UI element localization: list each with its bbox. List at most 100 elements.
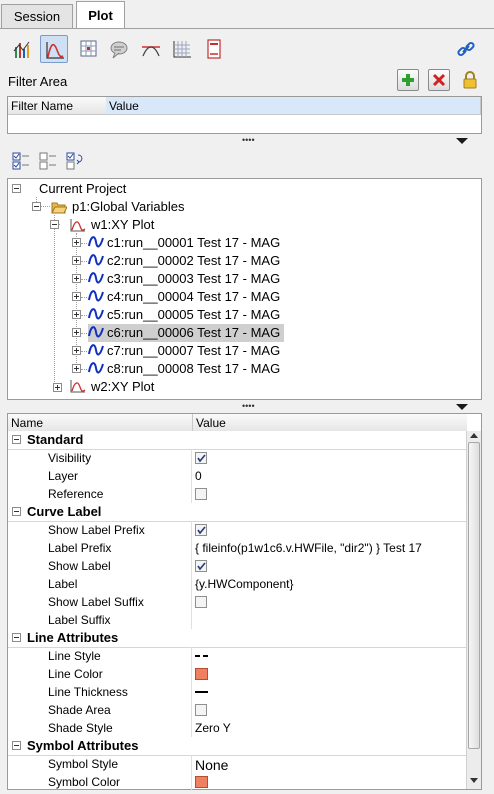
remove-filter-button[interactable] — [428, 69, 450, 91]
section-standard[interactable]: Standard — [8, 431, 466, 450]
curve-icon — [88, 290, 104, 302]
property-checkbox[interactable] — [195, 452, 207, 464]
property-row-visibility[interactable]: Visibility — [8, 449, 466, 467]
tree-curve-item[interactable]: c5:run__00005 Test 17 - MAG — [88, 306, 284, 324]
collapse-section-icon[interactable] — [12, 507, 21, 516]
section-symbol-attributes[interactable]: Symbol Attributes — [8, 737, 466, 756]
property-row-line-style[interactable]: Line Style — [8, 647, 466, 665]
property-row-label-prefix[interactable]: Label Prefix { fileinfo(p1w1c6.v.HWFile, … — [8, 539, 466, 557]
curve-icon — [88, 236, 104, 248]
tree-curve-label: c8:run__00008 Test 17 - MAG — [107, 361, 281, 376]
property-value[interactable]: 0 — [195, 467, 202, 485]
property-row-show-label-prefix[interactable]: Show Label Prefix — [8, 521, 466, 539]
property-row-show-label-suffix[interactable]: Show Label Suffix — [8, 593, 466, 611]
property-value[interactable]: {y.HWComponent} — [195, 575, 294, 593]
expand-curve-icon[interactable] — [72, 328, 81, 337]
tree-folder-global-variables[interactable]: p1:Global Variables — [72, 198, 185, 216]
collapse-section-icon[interactable] — [12, 741, 21, 750]
color-swatch[interactable] — [195, 668, 208, 680]
tree-curve-item[interactable]: c4:run__00004 Test 17 - MAG — [88, 288, 284, 306]
scroll-up-icon[interactable] — [470, 433, 478, 438]
note-icon[interactable] — [105, 35, 133, 63]
property-row-line-color[interactable]: Line Color — [8, 665, 466, 683]
tree-plot-w2[interactable]: w2:XY Plot — [91, 378, 154, 396]
filter-splitter[interactable]: •••• — [0, 136, 494, 145]
property-checkbox[interactable] — [195, 560, 207, 572]
expand-plot-icon[interactable] — [53, 383, 62, 392]
property-checkbox[interactable] — [195, 596, 207, 608]
expand-curve-icon[interactable] — [72, 256, 81, 265]
bar-chart-icon[interactable] — [9, 35, 37, 63]
section-line-attributes[interactable]: Line Attributes — [8, 629, 466, 648]
property-row-symbol-style[interactable]: Symbol Style None — [8, 755, 466, 773]
property-scrollbar[interactable] — [466, 431, 481, 789]
invert-check-icon[interactable] — [66, 152, 86, 170]
tree-root[interactable]: Current Project — [39, 180, 126, 198]
expand-curve-icon[interactable] — [72, 238, 81, 247]
tab-session[interactable]: Session — [1, 4, 73, 28]
property-name: Symbol Color — [48, 775, 121, 789]
datum-line-icon[interactable] — [137, 35, 165, 63]
uncheck-all-icon[interactable] — [39, 152, 57, 170]
curve-icon — [88, 362, 104, 374]
property-row-symbol-color[interactable]: Symbol Color — [8, 773, 466, 791]
property-row-shade-style[interactable]: Shade Style Zero Y — [8, 719, 466, 737]
grid-lines-icon[interactable] — [168, 35, 196, 63]
property-row-label-suffix[interactable]: Label Suffix — [8, 611, 466, 629]
collapse-folder-icon[interactable] — [32, 202, 41, 211]
section-curve-label[interactable]: Curve Label — [8, 503, 466, 522]
expand-curve-icon[interactable] — [72, 292, 81, 301]
tree-curve-label: c7:run__00007 Test 17 - MAG — [107, 343, 281, 358]
section-label: Standard — [27, 432, 84, 447]
filter-name-header[interactable]: Filter Name — [8, 97, 106, 115]
property-row-line-thickness[interactable]: Line Thickness — [8, 683, 466, 701]
filter-collapse-icon[interactable] — [456, 138, 468, 144]
tree-curve-item[interactable]: c7:run__00007 Test 17 - MAG — [88, 342, 284, 360]
property-name-header[interactable]: Name — [8, 414, 192, 432]
tree-collapse-icon[interactable] — [456, 404, 468, 410]
link-icon[interactable] — [452, 35, 480, 63]
collapse-section-icon[interactable] — [12, 435, 21, 444]
tree-curve-item[interactable]: c2:run__00002 Test 17 - MAG — [88, 252, 284, 270]
check-all-icon[interactable] — [12, 152, 30, 170]
property-checkbox[interactable] — [195, 704, 207, 716]
property-row-show-label[interactable]: Show Label — [8, 557, 466, 575]
tree-splitter[interactable]: •••• — [0, 402, 494, 411]
expand-curve-icon[interactable] — [72, 274, 81, 283]
collapse-section-icon[interactable] — [12, 633, 21, 642]
tree-curve-item[interactable]: c3:run__00003 Test 17 - MAG — [88, 270, 284, 288]
table-grid-icon[interactable] — [74, 35, 102, 63]
property-value-header[interactable]: Value — [192, 414, 467, 432]
property-value[interactable]: { fileinfo(p1w1c6.v.HWFile, "dir2") } Te… — [195, 539, 422, 557]
expand-curve-icon[interactable] — [72, 346, 81, 355]
expand-curve-icon[interactable] — [72, 364, 81, 373]
expand-curve-icon[interactable] — [72, 310, 81, 319]
collapse-root-icon[interactable] — [12, 184, 21, 193]
color-swatch[interactable] — [195, 776, 208, 788]
property-row-reference[interactable]: Reference — [8, 485, 466, 503]
line-style-preview[interactable] — [195, 655, 208, 657]
tab-plot[interactable]: Plot — [76, 1, 125, 28]
page-icon[interactable] — [200, 35, 228, 63]
property-row-label[interactable]: Label {y.HWComponent} — [8, 575, 466, 593]
property-value[interactable]: Zero Y — [195, 719, 231, 737]
tree-curve-item[interactable]: c8:run__00008 Test 17 - MAG — [88, 360, 284, 378]
xy-curve-icon[interactable] — [40, 35, 68, 63]
scroll-down-icon[interactable] — [470, 778, 478, 783]
property-row-layer[interactable]: Layer 0 — [8, 467, 466, 485]
tree-curve-label: c5:run__00005 Test 17 - MAG — [107, 307, 281, 322]
scroll-thumb[interactable] — [468, 442, 480, 749]
tree-curve-item[interactable]: c6:run__00006 Test 17 - MAG — [88, 324, 285, 342]
property-value[interactable]: None — [195, 756, 228, 774]
add-filter-button[interactable] — [397, 69, 419, 91]
lock-icon[interactable] — [460, 70, 480, 90]
tree-plot-w1[interactable]: w1:XY Plot — [91, 216, 154, 234]
collapse-plot-icon[interactable] — [50, 220, 59, 229]
property-row-shade-area[interactable]: Shade Area — [8, 701, 466, 719]
property-checkbox[interactable] — [195, 488, 207, 500]
folder-icon — [51, 200, 68, 214]
line-thickness-preview[interactable] — [195, 691, 208, 693]
filter-value-header[interactable]: Value — [106, 97, 481, 115]
tree-curve-item[interactable]: c1:run__00001 Test 17 - MAG — [88, 234, 284, 252]
property-checkbox[interactable] — [195, 524, 207, 536]
